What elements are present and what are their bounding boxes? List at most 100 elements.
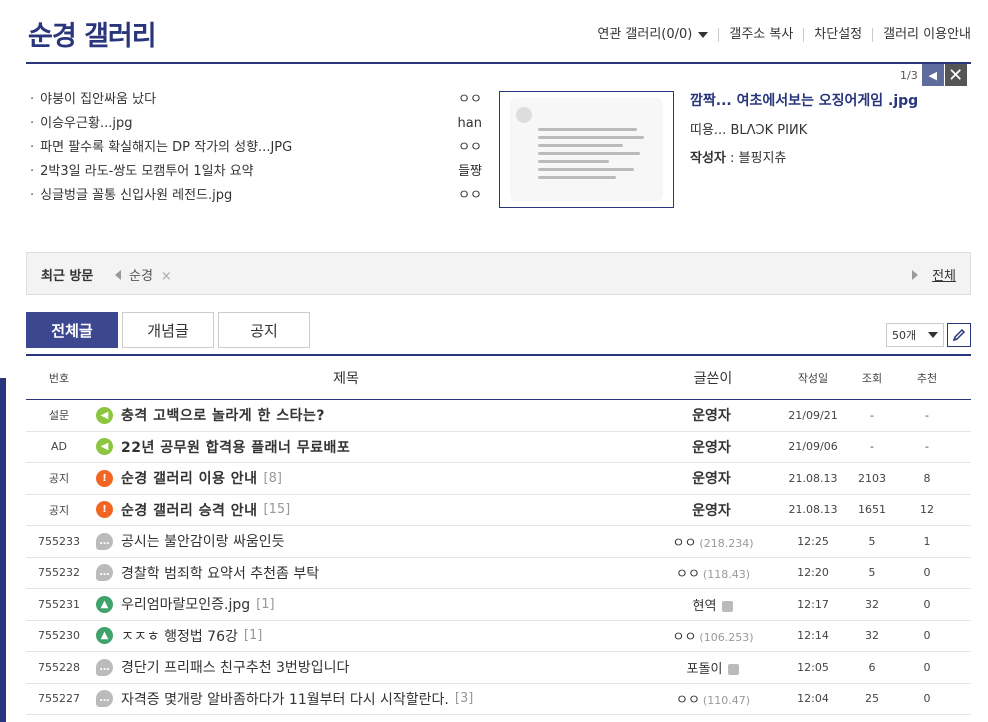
post-writer-cell[interactable]: 현역 [648,595,778,614]
post-title[interactable]: 공시는 불안감이랑 싸움인듯 [121,531,284,551]
post-title[interactable]: 경단기 프리패스 친구추천 3번방입니다 [121,657,349,677]
post-title-cell[interactable]: … 자격증 몇개랑 알바좀하다가 11월부터 다시 시작할란다. [3] [92,689,648,709]
post-writer-cell[interactable]: 운영자 [648,468,778,488]
gallery-guide-link[interactable]: 갤러리 이용안내 [872,28,971,42]
post-writer-cell[interactable]: ㅇㅇ (218.234) [648,532,778,551]
post-title-cell[interactable]: … 경단기 프리패스 친구추천 3번방입니다 [92,657,648,677]
post-writer-cell[interactable]: 운영자 [648,437,778,457]
post-writer-cell[interactable]: 포돌이 [648,658,778,677]
next-arrow-icon[interactable] [912,270,919,280]
featured-thumbnail[interactable] [499,91,674,208]
post-writer[interactable]: ㅇㅇ [673,536,697,551]
table-row[interactable]: 설문 ◀ 충격 고백으로 놀라게 한 스타는? 운영자 21/09/21 - - [26,400,971,432]
table-row[interactable]: 755227 … 자격증 몇개랑 알바좀하다가 11월부터 다시 시작할란다. [3]… [26,684,971,715]
post-date: 12:04 [797,692,829,706]
post-date: 21/09/21 [788,408,838,422]
post-title-cell[interactable]: ◀ 22년 공무원 합격용 플래너 무료배포 [92,437,648,457]
close-icon[interactable]: ✕ [944,64,967,86]
post-writer[interactable]: 운영자 [692,440,731,456]
post-writer[interactable]: 운영자 [692,471,731,487]
table-row[interactable]: 755233 … 공시는 불안감이랑 싸움인듯 ㅇㅇ (218.234) 12:25 5 1 [26,526,971,558]
post-writer-cell[interactable]: ㅇㅇ (118.43) [648,563,778,582]
post-title[interactable]: 순경 갤러리 승격 안내 [121,500,258,520]
block-settings-link[interactable]: 차단설정 [803,28,872,42]
post-title-cell[interactable]: … 경찰학 범죄학 요약서 추천좀 부탁 [92,563,648,583]
post-title-cell[interactable]: ▲ ㅈㅈㅎ 행정법 76강 [1] [92,626,648,646]
featured-title[interactable]: 이승우근황...jpg [30,114,132,138]
table-row[interactable]: 755230 ▲ ㅈㅈㅎ 행정법 76강 [1] ㅇㅇ (106.253) 12:14 32 0 [26,621,971,652]
post-writer[interactable]: 운영자 [692,503,731,519]
featured-item[interactable]: 싱글벙글 꼴통 신입사원 레전드.jpg ㅇㅇ [30,186,482,210]
tab-all-posts[interactable]: 전체글 [26,312,118,348]
list-count-select[interactable]: 50개 [886,323,944,347]
post-date: 12:14 [797,629,829,643]
post-writer-cell[interactable]: 운영자 [648,500,778,520]
post-title-cell[interactable]: ! 순경 갤러리 이용 안내 [8] [92,468,648,488]
featured-title[interactable]: 2박3일 라도-쌍도 모캠투어 1일차 요약 [30,162,253,186]
tab-notices[interactable]: 공지 [218,312,310,348]
post-writer[interactable]: 현역 [693,599,717,614]
post-title[interactable]: ㅈㅈㅎ 행정법 76강 [121,626,238,646]
image-icon: ▲ [96,595,113,613]
table-row[interactable]: 공지! 순경 갤러리 이용 안내 [8] 운영자 21.08.13 2103 8 [26,463,971,495]
related-gallery-link[interactable]: 연관 갤러리(0/0) [597,28,718,42]
prev-arrow-icon[interactable] [115,270,121,280]
comment-count[interactable]: [8] [264,471,282,486]
copy-address-link[interactable]: 갤주소 복사 [718,28,803,42]
table-row[interactable]: 755231 ▲ 우리엄마랄모인증.jpg [1] 현역 12:17 32 0 [26,589,971,621]
post-writer[interactable]: ㅇㅇ [676,567,700,582]
post-title-cell[interactable]: ◀ 충격 고백으로 놀라게 한 스타는? [92,405,648,425]
post-title[interactable]: 경찰학 범죄학 요약서 추천좀 부탁 [121,563,319,583]
recent-visit-label[interactable]: 순경 [129,269,153,284]
post-writer-cell[interactable]: 운영자 [648,405,778,425]
comment-count[interactable]: [15] [264,502,291,517]
featured-title[interactable]: 야붕이 집안싸움 났다 [30,90,156,114]
table-body: 설문 ◀ 충격 고백으로 놀라게 한 스타는? 운영자 21/09/21 - - AD ◀ 22년… [26,400,971,715]
remove-icon[interactable]: × [161,269,172,284]
post-number: 755227 [38,692,80,706]
featured-author: ㅇㅇ [458,188,482,203]
post-date: 12:05 [797,660,829,674]
view-all-link[interactable]: 전체 [932,269,956,284]
post-title-cell[interactable]: … 공시는 불안감이랑 싸움인듯 [92,531,648,551]
post-title-cell[interactable]: ! 순경 갤러리 승격 안내 [15] [92,500,648,520]
table-row[interactable]: 755228 … 경단기 프리패스 친구추천 3번방입니다 포돌이 12:05 6 0 [26,652,971,684]
table-row[interactable]: 755232 … 경찰학 범죄학 요약서 추천좀 부탁 ㅇㅇ (118.43) 12:20… [26,558,971,589]
comment-count[interactable]: [3] [455,691,473,706]
featured-title[interactable]: 싱글벙글 꼴통 신입사원 레전드.jpg [30,186,232,210]
recent-visit-item[interactable]: 순경 × [115,265,172,284]
pager-prev-button[interactable]: ◀ [921,64,944,86]
comment-count[interactable]: [1] [244,628,262,643]
post-writer-cell[interactable]: ㅇㅇ (110.47) [648,689,778,708]
post-title[interactable]: 순경 갤러리 이용 안내 [121,468,258,488]
post-writer[interactable]: ㅇㅇ [676,693,700,708]
comment-count[interactable]: [1] [256,597,274,612]
post-title[interactable]: 자격증 몇개랑 알바좀하다가 11월부터 다시 시작할란다. [121,689,449,709]
post-writer[interactable]: ㅇㅇ [673,630,697,645]
featured-title[interactable]: 파면 팔수록 확실해지는 DP 작가의 성향...JPG [30,138,292,162]
pager-count: 1/3 [900,68,918,82]
header-views[interactable]: 조회 [848,370,896,386]
header-date[interactable]: 작성일 [778,370,848,386]
post-table: 번호 제목 글쓴이 작성일 조회 추천 설문 ◀ 충격 고백으로 놀라게 한 스타는… [26,354,971,715]
post-title[interactable]: 우리엄마랄모인증.jpg [121,594,250,614]
featured-detail-title[interactable]: 깜짝... 여초에서보는 오징어게임 .jpg [690,90,975,110]
post-title[interactable]: 충격 고백으로 놀라게 한 스타는? [121,405,325,425]
post-writer[interactable]: 운영자 [692,408,731,424]
post-title-cell[interactable]: ▲ 우리엄마랄모인증.jpg [1] [92,594,648,614]
post-writer-cell[interactable]: ㅇㅇ (106.253) [648,626,778,645]
thumbnail-text-line [538,160,609,163]
featured-item[interactable]: 2박3일 라도-쌍도 모캠투어 1일차 요약 들쨩 [30,162,482,186]
featured-item[interactable]: 파면 팔수록 확실해지는 DP 작가의 성향...JPG ㅇㅇ [30,138,482,162]
gallery-title[interactable]: 순경 갤러리 [28,14,157,53]
featured-item[interactable]: 이승우근황...jpg han [30,114,482,138]
featured-item[interactable]: 야붕이 집안싸움 났다 ㅇㅇ [30,90,482,114]
write-button[interactable] [947,323,971,347]
tab-recommended-posts[interactable]: 개념글 [122,312,214,348]
post-title[interactable]: 22년 공무원 합격용 플래너 무료배포 [121,437,350,457]
table-row[interactable]: 공지! 순경 갤러리 승격 안내 [15] 운영자 21.08.13 1651 12 [26,495,971,526]
post-views: 2103 [858,471,886,485]
header-recommend[interactable]: 추천 [896,370,958,386]
table-row[interactable]: AD ◀ 22년 공무원 합격용 플래너 무료배포 운영자 21/09/06 - - [26,432,971,463]
post-writer[interactable]: 포돌이 [687,662,723,677]
